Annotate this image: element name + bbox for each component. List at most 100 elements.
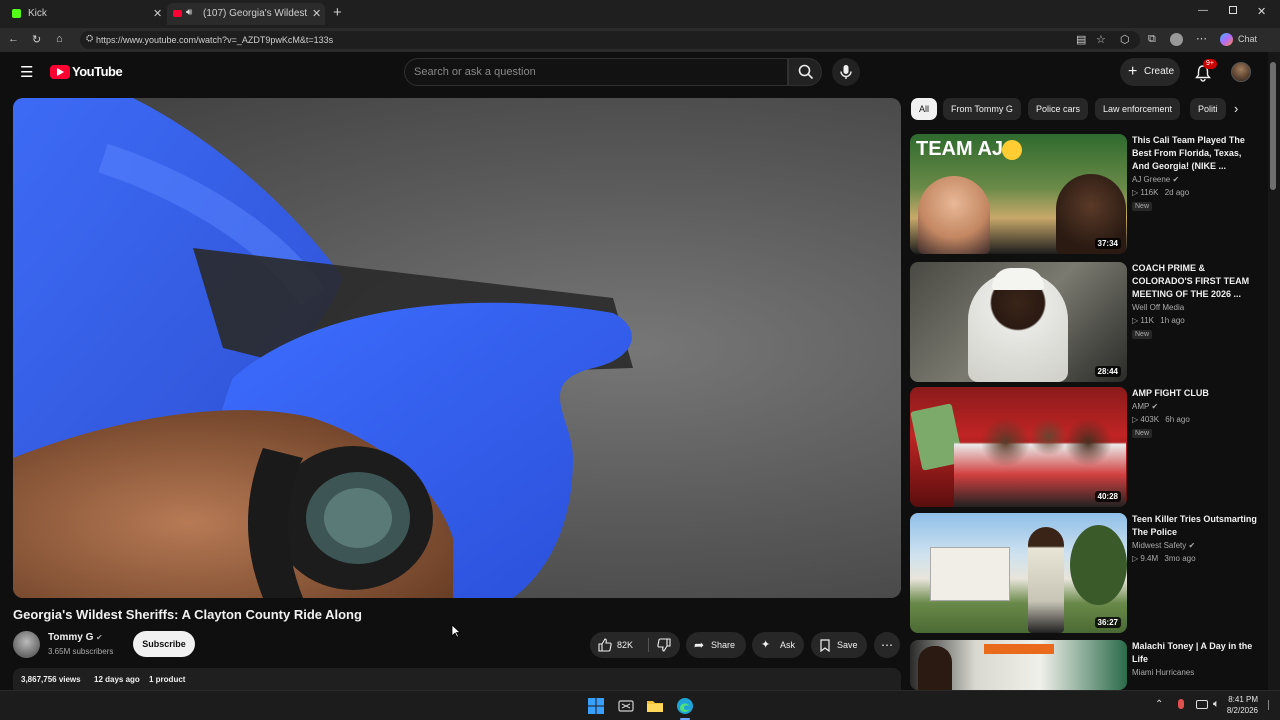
recommendation-card[interactable]: TEAM AJ 37:34 This Cali Team Played The … [910,134,1260,254]
video-thumbnail[interactable] [910,640,1127,690]
kick-favicon-icon [12,9,21,18]
reader-view-icon[interactable]: ▤ [1076,33,1086,46]
dislike-button[interactable] [650,632,680,658]
chip-politics[interactable]: Politi [1190,98,1226,120]
favorite-star-icon[interactable]: ☆ [1096,33,1106,46]
collections-icon[interactable]: ⧉ [1148,33,1156,46]
more-actions-button[interactable]: ⋯ [874,632,900,658]
chip-all[interactable]: All [911,98,938,120]
upload-age: 1h ago [1160,316,1185,325]
more-menu-icon[interactable]: ⋯ [1196,32,1207,45]
voice-search-button[interactable] [832,58,860,86]
video-thumbnail[interactable]: 40:28 [910,387,1127,507]
verified-check-icon: ✔ [1188,541,1196,550]
tree-image [1070,525,1127,605]
video-player[interactable] [13,98,901,598]
save-button[interactable]: Save [811,632,867,658]
clock-date: 8/2/2026 [1226,706,1258,715]
channel-name[interactable]: Tommy G [48,632,93,643]
video-thumbnail[interactable]: 28:44 [910,262,1127,382]
network-icon[interactable] [1196,700,1208,709]
channel-avatar[interactable] [13,631,40,658]
video-title[interactable]: Malachi Toney | A Day in the Life [1132,640,1258,666]
mouse-cursor-icon [451,624,461,638]
tab-kick[interactable]: Kick ✕ [4,3,166,25]
minimize-icon[interactable]: — [1198,5,1208,16]
search-button[interactable] [788,58,822,86]
new-badge: New [1132,429,1153,438]
video-meta: ▷ 9.4M 3mo ago [1132,554,1196,563]
tab-youtube[interactable]: 🔊︎ (107) Georgia's Wildest Sheriffs ✕ [167,3,325,25]
video-duration: 36:27 [1094,617,1121,628]
video-title[interactable]: Teen Killer Tries Outsmarting The Police [1132,513,1258,539]
subscribe-label: Subscribe [142,639,186,649]
video-title[interactable]: AMP FIGHT CLUB [1132,387,1258,400]
emoji-face-icon [1002,140,1022,160]
notifications-button[interactable]: 9+ [1193,59,1217,82]
share-button[interactable]: ➦ Share [686,632,746,658]
windows-start-icon[interactable] [587,697,605,715]
channel-name[interactable]: AJ Greene ✔ [1132,175,1179,184]
view-count: 11K [1140,316,1155,325]
recommendation-card[interactable]: 40:28 AMP FIGHT CLUB AMP ✔ ▷ 403K 6h ago… [910,387,1260,507]
edge-browser-icon[interactable] [676,697,694,715]
view-count: 116K [1140,188,1159,197]
new-tab-icon[interactable]: + [333,4,342,21]
chip-from-tommy-g[interactable]: From Tommy G [943,98,1021,120]
verified-check-icon: ✔ [96,633,103,642]
channel-name[interactable]: AMP ✔ [1132,402,1158,411]
video-title[interactable]: This Cali Team Played The Best From Flor… [1132,134,1258,173]
cap-image [992,268,1044,290]
microphone-tray-icon[interactable] [1178,699,1184,709]
tray-chevron-icon[interactable]: ⌃ [1155,699,1163,710]
create-button[interactable]: + Create [1120,58,1180,86]
audio-playing-icon[interactable]: 🔊︎ [186,7,192,18]
video-title: Georgia's Wildest Sheriffs: A Clayton Co… [13,607,362,622]
sparkle-icon: ✦ [761,639,771,651]
profile-avatar[interactable] [1170,33,1183,46]
ask-button[interactable]: ✦ Ask [752,632,804,658]
menu-hamburger-icon[interactable]: ☰ [20,63,33,81]
volume-icon[interactable]: 🔈︎ [1213,698,1220,711]
save-label: Save [837,640,858,650]
page-scrollbar-thumb[interactable] [1270,62,1276,190]
chip-law-enforcement[interactable]: Law enforcement [1095,98,1181,120]
extensions-icon[interactable]: ⬡ [1120,33,1130,46]
video-duration: 40:28 [1094,491,1121,502]
recommendation-card[interactable]: 28:44 COACH PRIME & COLORADO'S FIRST TEA… [910,262,1260,382]
task-view-icon[interactable] [617,697,635,715]
channel-name[interactable]: Midwest Safety ✔ [1132,541,1195,550]
channel-name[interactable]: Well Off Media [1132,303,1184,312]
url-field[interactable]: https://www.youtube.com/watch?v=_AZDT9pw… [80,31,1140,49]
notification-center-icon[interactable] [1268,700,1274,710]
account-avatar[interactable] [1231,62,1251,82]
recommendation-card[interactable]: 36:27 Teen Killer Tries Outsmarting The … [910,513,1260,633]
tab-label: Kick [28,8,47,19]
reload-icon[interactable]: ↻ [32,33,41,46]
channel-name[interactable]: Miami Hurricanes [1132,668,1194,677]
site-info-icon[interactable]: ⛭ [86,33,93,44]
back-icon[interactable]: ← [8,33,19,45]
youtube-favicon-icon [173,10,182,17]
subscribe-button[interactable]: Subscribe [133,631,195,657]
close-window-icon[interactable]: ✕ [1257,5,1266,18]
like-button[interactable]: 82K [590,632,648,658]
video-title[interactable]: COACH PRIME & COLORADO'S FIRST TEAM MEET… [1132,262,1258,301]
video-meta: ▷ 403K 6h ago [1132,415,1190,424]
system-clock[interactable]: 8:41 PM 8/2/2026 [1227,694,1258,716]
close-tab-icon[interactable]: ✕ [312,7,321,20]
windows-taskbar: ⌃ 🔈︎ 8:41 PM 8/2/2026 [0,690,1280,720]
chat-label[interactable]: Chat [1238,34,1257,44]
chip-police-cars[interactable]: Police cars [1028,98,1089,120]
recommendation-card[interactable]: Malachi Toney | A Day in the Life Miami … [910,640,1260,690]
home-icon[interactable]: ⌂ [56,33,63,45]
video-thumbnail[interactable]: 36:27 [910,513,1127,633]
close-tab-icon[interactable]: ✕ [153,7,162,20]
restore-icon[interactable] [1229,6,1237,14]
search-input[interactable]: Search or ask a question [404,58,788,86]
description-box[interactable]: 3,867,756 views 12 days ago 1 product [13,668,901,690]
chips-next-chevron-icon[interactable]: › [1234,101,1238,116]
video-thumbnail[interactable]: TEAM AJ 37:34 [910,134,1127,254]
file-explorer-icon[interactable] [646,697,664,715]
copilot-icon[interactable] [1220,33,1233,46]
